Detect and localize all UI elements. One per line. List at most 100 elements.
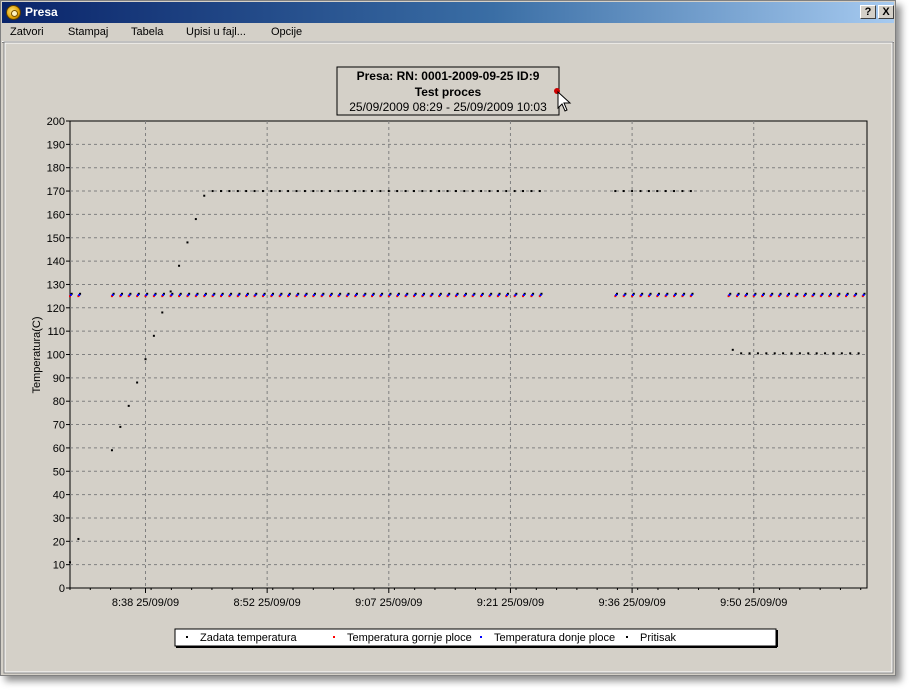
- series-2-point: [497, 293, 500, 296]
- series-3-point: [362, 190, 365, 193]
- series-2-point: [862, 293, 865, 296]
- y-tick-label: 120: [47, 303, 65, 315]
- series-3-point: [412, 190, 415, 193]
- legend: Zadata temperatura Temperatura gornje plo…: [174, 628, 778, 648]
- series-3-point: [236, 190, 239, 193]
- series-3-point: [312, 190, 315, 193]
- series-3-point: [773, 352, 776, 355]
- series-2-point: [329, 293, 332, 296]
- series-2-point: [631, 293, 634, 296]
- series-3-point: [303, 190, 306, 193]
- series-2-point: [287, 293, 290, 296]
- series-2-point: [195, 293, 198, 296]
- chart-title-line-3: 25/09/2009 08:29 - 25/09/2009 10:03: [349, 100, 547, 114]
- series-3-point: [480, 190, 483, 193]
- series-2-point: [464, 293, 467, 296]
- series-3-point: [782, 352, 785, 355]
- series-3-point: [647, 190, 650, 193]
- legend-marker-0: [186, 636, 188, 638]
- series-3-point: [740, 352, 743, 355]
- y-tick-label: 180: [47, 163, 65, 175]
- series-3-point: [127, 404, 130, 407]
- x-axis: 8:38 25/09/09 8:52 25/09/09 9:07 25/09/09 9…: [69, 588, 862, 609]
- series-3-point: [689, 190, 692, 193]
- series-3-point: [857, 352, 860, 355]
- series-2-point: [665, 293, 668, 296]
- series-2-point: [78, 293, 81, 296]
- series-2-point: [770, 293, 773, 296]
- series-2-point: [753, 293, 756, 296]
- x-tick-label: 8:38 25/09/09: [112, 597, 179, 609]
- y-tick-label: 40: [53, 490, 65, 502]
- series-2-point: [795, 293, 798, 296]
- series-3-point: [110, 449, 113, 452]
- series-3-point: [329, 190, 332, 193]
- series-2-point: [212, 293, 215, 296]
- y-tick-label: 160: [47, 209, 65, 221]
- series-3-point: [261, 190, 264, 193]
- series-3-point: [639, 190, 642, 193]
- series-3-point: [379, 190, 382, 193]
- series-2-point: [787, 293, 790, 296]
- series-3-point: [454, 190, 457, 193]
- series-2-point: [254, 293, 257, 296]
- legend-label-2: Temperatura donje ploce: [494, 632, 615, 644]
- y-axis: 0 10 20 30 40 50 60 70 80 90 100 110 120 130 140 150 160…: [47, 116, 70, 595]
- series-3-point: [354, 190, 357, 193]
- series-2-point: [673, 293, 676, 296]
- series-2-point: [761, 293, 764, 296]
- series-2-point: [803, 293, 806, 296]
- series-2-point: [338, 293, 341, 296]
- series-3-point: [152, 334, 155, 337]
- series-3-point: [144, 358, 147, 361]
- series-2-point: [204, 293, 207, 296]
- series-2-point: [229, 293, 232, 296]
- series-2-point: [657, 293, 660, 296]
- series-3-point: [320, 190, 323, 193]
- series-2-point: [304, 293, 307, 296]
- series-3-point: [656, 190, 659, 193]
- series-3-point: [446, 190, 449, 193]
- series-3-point: [513, 190, 516, 193]
- series-3-point: [614, 190, 617, 193]
- series-2-point: [623, 293, 626, 296]
- series-3-point: [731, 348, 734, 351]
- series-3-point: [287, 190, 290, 193]
- legend-marker-3: [626, 636, 628, 638]
- y-tick-label: 60: [53, 443, 65, 455]
- y-tick-label: 140: [47, 256, 65, 268]
- series-3-point: [295, 190, 298, 193]
- series-3-point: [463, 190, 466, 193]
- series-2-point: [506, 293, 509, 296]
- series-3-point: [496, 190, 499, 193]
- series-3-point: [387, 190, 390, 193]
- series-3-point: [505, 190, 508, 193]
- series-2-point: [371, 293, 374, 296]
- y-tick-label: 200: [47, 116, 65, 128]
- legend-marker-1: [333, 636, 335, 638]
- series-2-point: [728, 293, 731, 296]
- series-2-point: [321, 293, 324, 296]
- temperature-chart: Presa: RN: 0001-2009-09-25 ID:9 Test pro…: [3, 41, 894, 674]
- series-3-point: [178, 264, 181, 267]
- series-3-point: [748, 352, 751, 355]
- series-2-point: [438, 293, 441, 296]
- series-3-point: [622, 190, 625, 193]
- series-3-point: [664, 190, 667, 193]
- x-tick-label: 9:50 25/09/09: [720, 597, 787, 609]
- chart-title-line-1: Presa: RN: 0001-2009-09-25 ID:9: [357, 69, 540, 83]
- x-tick-label: 8:52 25/09/09: [234, 597, 301, 609]
- series-3-point: [538, 190, 541, 193]
- series-2-point: [854, 293, 857, 296]
- series-2-point: [640, 293, 643, 296]
- series-3-point: [471, 190, 474, 193]
- series-2-point: [162, 293, 165, 296]
- series-2-point: [363, 293, 366, 296]
- series-2-point: [128, 293, 131, 296]
- y-tick-label: 100: [47, 350, 65, 362]
- series-3-point: [849, 352, 852, 355]
- series-3-point: [69, 561, 71, 564]
- series-2-point: [220, 293, 223, 296]
- series-2-point: [136, 293, 139, 296]
- y-tick-label: 80: [53, 396, 65, 408]
